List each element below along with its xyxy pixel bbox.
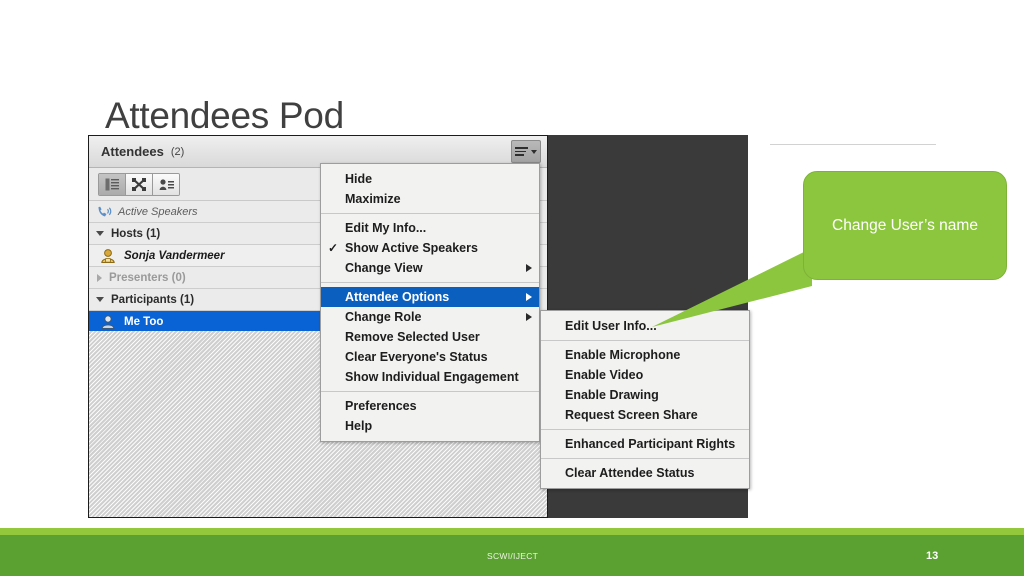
check-icon: ✓ xyxy=(328,241,339,255)
menu-divider xyxy=(541,429,749,430)
participant-avatar-icon xyxy=(101,315,115,329)
menu-item-label: Show Active Speakers xyxy=(345,241,478,255)
menu-item-change-view[interactable]: Change View xyxy=(321,258,539,278)
phone-speaker-icon xyxy=(98,206,112,217)
menu-divider xyxy=(321,391,539,392)
status-view-icon[interactable] xyxy=(153,173,179,195)
pod-options-menu[interactable]: Hide Maximize Edit My Info... ✓ Show Act… xyxy=(320,163,540,442)
attendee-options-submenu[interactable]: Edit User Info... Enable Microphone Enab… xyxy=(540,310,750,489)
attendee-name: Sonja Vandermeer xyxy=(124,249,225,262)
menu-divider xyxy=(541,340,749,341)
menu-item-show-active-speakers[interactable]: ✓ Show Active Speakers xyxy=(321,238,539,258)
menu-item-change-role[interactable]: Change Role xyxy=(321,307,539,327)
footer-label: SCWI/IJECT xyxy=(487,551,539,561)
menu-item-maximize[interactable]: Maximize xyxy=(321,189,539,209)
menu-divider xyxy=(321,282,539,283)
pod-title: Attendees xyxy=(101,144,164,159)
callout-text: Change User’s name xyxy=(832,216,978,234)
menu-item-enable-microphone[interactable]: Enable Microphone xyxy=(541,345,749,365)
menu-item-hide[interactable]: Hide xyxy=(321,169,539,189)
menu-divider xyxy=(541,458,749,459)
submenu-arrow-icon xyxy=(526,264,532,272)
group-label-hosts: Hosts (1) xyxy=(111,227,161,240)
pod-menu-button[interactable] xyxy=(511,140,541,163)
menu-item-label: Attendee Options xyxy=(345,290,450,304)
menu-item-help[interactable]: Help xyxy=(321,416,539,436)
hamburger-icon xyxy=(515,146,528,158)
menu-item-attendee-options[interactable]: Attendee Options xyxy=(321,287,539,307)
menu-item-show-individual-engagement[interactable]: Show Individual Engagement xyxy=(321,367,539,387)
footer-lime-stripe xyxy=(0,528,1024,535)
list-view-icon[interactable] xyxy=(99,173,126,195)
group-label-presenters: Presenters (0) xyxy=(109,271,186,284)
submenu-arrow-icon xyxy=(526,293,532,301)
menu-item-clear-everyones-status[interactable]: Clear Everyone's Status xyxy=(321,347,539,367)
menu-item-enhanced-participant-rights[interactable]: Enhanced Participant Rights xyxy=(541,434,749,454)
slide-number: 13 xyxy=(926,550,939,562)
attendee-name: Me Too xyxy=(124,315,164,328)
menu-item-preferences[interactable]: Preferences xyxy=(321,396,539,416)
triangle-down-icon xyxy=(96,297,104,302)
chevron-down-icon xyxy=(531,149,537,154)
title-underline-rule xyxy=(770,144,936,145)
slide-canvas: Attendees Pod Attendees (2) Active Speak… xyxy=(0,0,1024,576)
triangle-right-icon xyxy=(97,273,102,282)
active-speakers-label: Active Speakers xyxy=(118,205,198,218)
menu-item-remove-selected-user[interactable]: Remove Selected User xyxy=(321,327,539,347)
submenu-arrow-icon xyxy=(526,313,532,321)
breakout-view-icon[interactable] xyxy=(126,173,153,195)
menu-item-edit-user-info[interactable]: Edit User Info... xyxy=(541,316,749,336)
view-mode-group xyxy=(98,172,180,196)
pod-attendee-count: (2) xyxy=(170,145,185,158)
menu-item-enable-drawing[interactable]: Enable Drawing xyxy=(541,385,749,405)
menu-item-edit-my-info[interactable]: Edit My Info... xyxy=(321,218,539,238)
triangle-down-icon xyxy=(96,231,104,236)
callout-box: Change User’s name xyxy=(803,171,1007,280)
group-label-participants: Participants (1) xyxy=(111,293,195,306)
menu-item-request-screen-share[interactable]: Request Screen Share xyxy=(541,405,749,425)
page-title: Attendees Pod xyxy=(105,95,344,136)
menu-item-label: Change Role xyxy=(345,310,422,324)
menu-divider xyxy=(321,213,539,214)
menu-item-enable-video[interactable]: Enable Video xyxy=(541,365,749,385)
host-avatar-icon xyxy=(101,249,115,263)
menu-item-label: Change View xyxy=(345,261,423,275)
menu-item-clear-attendee-status[interactable]: Clear Attendee Status xyxy=(541,463,749,483)
